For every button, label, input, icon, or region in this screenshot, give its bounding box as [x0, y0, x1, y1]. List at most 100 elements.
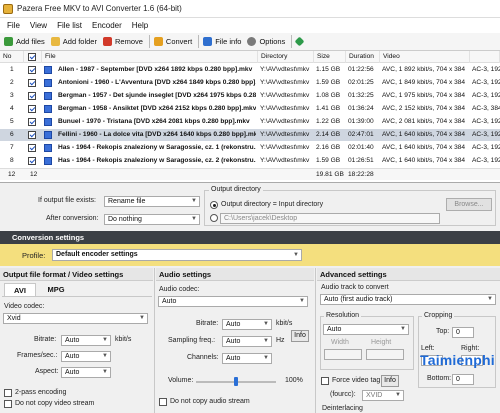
- column-header-directory[interactable]: Directory: [258, 51, 314, 63]
- menu-file[interactable]: File: [2, 21, 25, 30]
- custom-directory-radio[interactable]: [210, 214, 218, 222]
- force-video-tag-checkbox[interactable]: [321, 377, 329, 385]
- select-all-checkbox[interactable]: [28, 53, 36, 61]
- row-checkbox[interactable]: [28, 131, 36, 139]
- convert-button[interactable]: Convert: [152, 34, 196, 50]
- same-directory-label: Output directory = Input directory: [221, 201, 324, 208]
- pin-icon: [294, 36, 305, 47]
- column-header-video[interactable]: Video: [380, 51, 470, 63]
- table-row[interactable]: 6 Fellini - 1960 - La dolce vita [DVD x26…: [0, 129, 500, 141]
- volume-slider-thumb[interactable]: [234, 377, 238, 386]
- tab-avi[interactable]: AVI: [4, 283, 36, 296]
- menu-view[interactable]: View: [25, 21, 52, 30]
- column-divider: [315, 268, 316, 413]
- tab-mpg[interactable]: MPG: [38, 283, 74, 296]
- remove-button[interactable]: Remove: [101, 34, 147, 50]
- row-checkbox[interactable]: [28, 92, 36, 100]
- row-checkbox[interactable]: [28, 79, 36, 87]
- sampling-frequency-select[interactable]: Auto ▼: [222, 336, 272, 347]
- cell-size: 1.22 GB: [316, 118, 341, 125]
- video-file-icon: [44, 105, 52, 113]
- file-list-table: No File Directory Size Duration Video 1 A…: [0, 51, 500, 183]
- height-input[interactable]: [366, 349, 404, 360]
- column-header-check[interactable]: [24, 51, 42, 63]
- toolbar: Add files Add folder Remove Convert File…: [0, 33, 500, 51]
- frames-per-second-select[interactable]: Auto ▼: [61, 351, 111, 362]
- crop-top-input[interactable]: 0: [452, 327, 474, 338]
- pin-button[interactable]: [294, 34, 310, 50]
- table-row[interactable]: 3 Bergman - 1957 - Det sjunde inseglet [D…: [0, 90, 500, 102]
- video-codec-value: Xvid: [7, 315, 21, 322]
- cell-dur: 01:26:51: [348, 157, 374, 164]
- title-bar: Pazera Free MKV to AVI Converter 1.6 (64…: [0, 0, 500, 18]
- audio-bitrate-select[interactable]: Auto ▼: [222, 319, 272, 330]
- if-exists-label: If output file exists:: [38, 197, 96, 204]
- fourcc-value: XVID: [366, 392, 383, 399]
- toolbar-separator: [198, 35, 200, 48]
- add-folder-button[interactable]: Add folder: [49, 34, 101, 50]
- video-codec-label: Video codec:: [4, 303, 45, 310]
- options-button[interactable]: Options: [245, 34, 289, 50]
- sampling-frequency-unit: Hz: [276, 337, 285, 344]
- file-info-button[interactable]: File info: [201, 34, 245, 50]
- cell-dur: 02:01:25: [348, 79, 374, 86]
- cell-file: Fellini - 1960 - La dolce vita [DVD x264…: [58, 131, 256, 138]
- column-header-file[interactable]: File: [42, 51, 258, 63]
- audio-codec-select[interactable]: Auto ▼: [158, 296, 308, 307]
- audio-track-select[interactable]: Auto (first audio track) ▼: [320, 294, 496, 305]
- video-bitrate-select[interactable]: Auto ▼: [61, 335, 111, 346]
- chevron-down-icon: ▼: [263, 338, 269, 344]
- aspect-label: Aspect:: [35, 368, 59, 375]
- audio-track-value: Auto (first audio track): [324, 296, 393, 303]
- browse-button[interactable]: Browse...: [446, 198, 492, 211]
- table-row[interactable]: 5 Bunuel - 1970 - Tristana [DVD x264 2081…: [0, 116, 500, 128]
- two-pass-checkbox[interactable]: [4, 389, 12, 397]
- remove-label: Remove: [114, 37, 143, 46]
- aspect-select[interactable]: Auto ▼: [61, 367, 111, 378]
- table-row[interactable]: 1 Allen - 1987 - September [DVD x264 1892…: [0, 64, 500, 76]
- table-row[interactable]: 4 Bergman - 1958 - Ansiktet [DVD x264 215…: [0, 103, 500, 115]
- app-icon: [3, 3, 13, 14]
- same-directory-radio[interactable]: [210, 201, 218, 209]
- cell-dir: Y:\AV\vdtest\mkv: [260, 92, 310, 99]
- chevron-down-icon: ▼: [191, 216, 197, 222]
- channels-select[interactable]: Auto ▼: [222, 353, 272, 364]
- video-codec-select[interactable]: Xvid ▼: [3, 313, 148, 324]
- no-copy-video-checkbox[interactable]: [4, 400, 12, 408]
- row-checkbox[interactable]: [28, 105, 36, 113]
- output-directory-input[interactable]: C:\Users\jacek\Desktop: [220, 213, 440, 224]
- menu-help[interactable]: Help: [127, 21, 153, 30]
- profile-select[interactable]: Default encoder settings ▼: [52, 249, 302, 261]
- after-conversion-select[interactable]: Do nothing ▼: [104, 214, 200, 225]
- table-row[interactable]: 2 Antonioni - 1960 - L'Avventura [DVD x26…: [0, 77, 500, 89]
- if-exists-select[interactable]: Rename file ▼: [104, 196, 200, 207]
- video-bitrate-label: Bitrate:: [34, 336, 57, 343]
- column-header-audio[interactable]: [470, 51, 500, 63]
- table-row[interactable]: 7 Has - 1964 - Rekopis znaleziony w Sarag…: [0, 142, 500, 154]
- no-copy-audio-checkbox[interactable]: [159, 398, 167, 406]
- column-header-no[interactable]: No: [0, 51, 24, 63]
- column-header-size[interactable]: Size: [314, 51, 346, 63]
- row-checkbox[interactable]: [28, 118, 36, 126]
- cell-dir: Y:\AV\vdtest\mkv: [260, 131, 310, 138]
- row-checkbox[interactable]: [28, 144, 36, 152]
- cell-dir: Y:\AV\vdtest\mkv: [260, 66, 310, 73]
- output-directory-title: Output directory: [209, 186, 263, 193]
- add-files-button[interactable]: Add files: [2, 34, 49, 50]
- menu-encoder[interactable]: Encoder: [87, 21, 127, 30]
- video-tag-info-button[interactable]: Info: [381, 375, 399, 387]
- cell-file: Has - 1964 - Rekopis znaleziony w Sarago…: [58, 157, 256, 164]
- row-checkbox[interactable]: [28, 66, 36, 74]
- width-input[interactable]: [324, 349, 362, 360]
- video-file-icon: [44, 92, 52, 100]
- add-files-label: Add files: [16, 37, 45, 46]
- menu-file-list[interactable]: File list: [52, 21, 87, 30]
- crop-bottom-input[interactable]: 0: [452, 374, 474, 385]
- table-row[interactable]: 8 Has - 1964 - Rekopis znaleziony w Sarag…: [0, 155, 500, 167]
- cell-size: 1.08 GB: [316, 92, 341, 99]
- column-header-duration[interactable]: Duration: [346, 51, 380, 63]
- resolution-select[interactable]: Auto ▼: [323, 324, 409, 335]
- row-checkbox[interactable]: [28, 157, 36, 165]
- audio-info-button[interactable]: Info: [291, 330, 309, 342]
- fourcc-select[interactable]: XVID ▼: [362, 390, 404, 401]
